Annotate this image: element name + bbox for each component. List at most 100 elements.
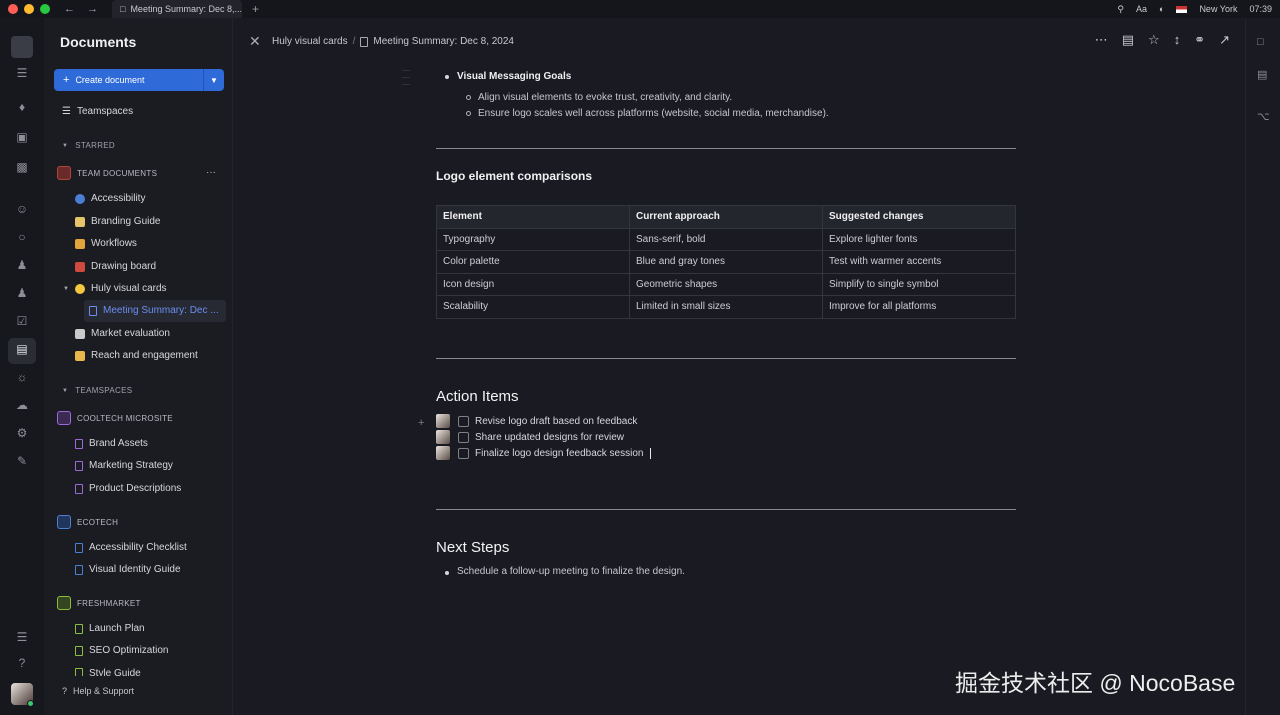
- table-cell[interactable]: Icon design: [436, 272, 630, 296]
- pin-icon[interactable]: ↕: [1174, 32, 1181, 48]
- calendar-icon[interactable]: ▣: [13, 128, 31, 146]
- table-cell[interactable]: Sans-serif, bold: [629, 227, 823, 251]
- table-cell[interactable]: Simplify to single symbol: [822, 272, 1016, 296]
- document-icon: [360, 36, 369, 47]
- chat-icon[interactable]: ○: [13, 228, 31, 246]
- table-cell[interactable]: Limited in small sizes: [629, 295, 823, 319]
- chevron-down-icon[interactable]: ▼: [204, 76, 224, 85]
- table-cell[interactable]: Color palette: [436, 250, 630, 274]
- tree-icon[interactable]: ⚙: [13, 424, 31, 442]
- back-arrow-icon[interactable]: ←: [64, 3, 75, 15]
- table-cell[interactable]: Geometric shapes: [629, 272, 823, 296]
- help-circle-icon: ?: [62, 686, 68, 696]
- sun-icon[interactable]: ☼: [13, 368, 31, 386]
- sidebar-item-brand-assets[interactable]: Brand Assets: [75, 438, 148, 449]
- cloud-icon[interactable]: ☁: [13, 396, 31, 414]
- table-cell[interactable]: Scalability: [436, 295, 630, 319]
- table-cell[interactable]: Blue and gray tones: [629, 250, 823, 274]
- team-icon[interactable]: ♟: [13, 284, 31, 302]
- document-icon: □: [120, 4, 126, 14]
- sidebar-item-drawing-board[interactable]: Drawing board: [75, 261, 156, 272]
- group-cooltech-microsite[interactable]: COOLTECH MICROSITE: [57, 411, 173, 425]
- help-support-link[interactable]: ? Help & Support: [62, 686, 134, 696]
- sidebar-item-market-evaluation[interactable]: Market evaluation: [75, 328, 170, 339]
- link-icon[interactable]: ⚭: [1194, 32, 1205, 48]
- table-row: Typography Sans-serif, bold Explore ligh…: [436, 227, 1016, 251]
- assignee-avatar[interactable]: [436, 430, 450, 444]
- task-label[interactable]: Revise logo draft based on feedback: [475, 416, 637, 427]
- more-options-icon[interactable]: ···: [206, 167, 216, 178]
- sidebar-item-reach-engagement[interactable]: Reach and engagement: [75, 350, 198, 361]
- edit-icon[interactable]: ✎: [13, 452, 31, 470]
- documents-icon[interactable]: ▤: [13, 340, 31, 358]
- zoom-window-button[interactable]: [40, 4, 50, 14]
- forward-arrow-icon[interactable]: →: [87, 3, 98, 15]
- document-icon: [89, 305, 97, 316]
- close-window-button[interactable]: [8, 4, 18, 14]
- starred-section-toggle[interactable]: ▼ STARRED: [62, 141, 115, 150]
- more-options-icon[interactable]: ⋯: [1095, 32, 1108, 48]
- sidebar-item-product-descriptions[interactable]: Product Descriptions: [75, 483, 181, 494]
- task-label[interactable]: Finalize logo design feedback session: [475, 448, 643, 459]
- table-cell[interactable]: Test with warmer accents: [822, 250, 1016, 274]
- task-label[interactable]: Share updated designs for review: [475, 432, 624, 443]
- theme-toggle-icon[interactable]: ◐: [1159, 4, 1164, 14]
- assignee-avatar[interactable]: [436, 414, 450, 428]
- group-freshmarket[interactable]: FRESHMARKET: [57, 596, 141, 610]
- sidebar-item-visual-identity-guide[interactable]: Visual Identity Guide: [75, 564, 181, 575]
- new-tab-icon[interactable]: +: [252, 2, 259, 16]
- sidebar-item-meeting-summary[interactable]: Meeting Summary: Dec ...: [89, 305, 219, 316]
- sidebar-item-teamspaces[interactable]: ☰ Teamspaces: [62, 106, 133, 117]
- group-team-documents[interactable]: TEAM DOCUMENTS: [57, 166, 157, 180]
- sidebar-item-accessibility[interactable]: Accessibility: [75, 193, 145, 204]
- workspace-logo-icon[interactable]: [11, 36, 33, 58]
- assignee-avatar[interactable]: [436, 446, 450, 460]
- font-size-button[interactable]: Aa: [1136, 4, 1147, 14]
- group-ecotech[interactable]: ECOTECH: [57, 515, 118, 529]
- tasks-icon[interactable]: ☑: [13, 312, 31, 330]
- person-icon[interactable]: ♟: [13, 256, 31, 274]
- create-document-button[interactable]: + Create document ▼: [54, 69, 224, 91]
- sparkle-icon: [74, 283, 85, 294]
- folder-icon: [57, 515, 71, 529]
- document-info-icon[interactable]: ▤: [1257, 68, 1267, 81]
- teamspaces-section-toggle[interactable]: ▼ TEAMSPACES: [62, 386, 132, 395]
- flag-icon[interactable]: [1176, 5, 1188, 13]
- table-cell[interactable]: Typography: [436, 227, 630, 251]
- search-icon[interactable]: ⚲: [1117, 4, 1124, 15]
- minimize-window-button[interactable]: [24, 4, 34, 14]
- sidebar-item-launch-plan[interactable]: Launch Plan: [75, 623, 145, 634]
- table-cell[interactable]: Improve for all platforms: [822, 295, 1016, 319]
- sidebar-item-huly-visual-cards[interactable]: ▼ Huly visual cards: [63, 283, 167, 294]
- folder-icon: [57, 166, 71, 180]
- sidebar-item-branding-guide[interactable]: Branding Guide: [75, 216, 161, 227]
- sidebar-item-accessibility-checklist[interactable]: Accessibility Checklist: [75, 542, 187, 553]
- bell-icon[interactable]: ♦: [13, 98, 31, 116]
- panel-toggle-icon[interactable]: □: [1257, 36, 1264, 48]
- attachment-icon[interactable]: ⌥: [1257, 110, 1270, 123]
- breadcrumb-parent[interactable]: Huly visual cards: [272, 36, 348, 47]
- contacts-icon[interactable]: ☺: [13, 200, 31, 218]
- sidebar-item-style-guide[interactable]: Style Guide: [75, 668, 141, 676]
- share-icon[interactable]: ↗: [1219, 32, 1230, 48]
- task-checkbox[interactable]: [458, 431, 469, 443]
- close-icon[interactable]: ✕: [249, 33, 261, 50]
- chart-icon[interactable]: ▩: [13, 158, 31, 176]
- sidebar-item-seo-optimization[interactable]: SEO Optimization: [75, 645, 168, 656]
- add-block-icon[interactable]: +: [418, 417, 424, 429]
- menu-icon[interactable]: ☰: [13, 64, 31, 82]
- task-checkbox[interactable]: [458, 415, 469, 427]
- settings-sliders-icon[interactable]: ☰: [13, 628, 31, 646]
- sidebar-item-marketing-strategy[interactable]: Marketing Strategy: [75, 460, 173, 471]
- browser-tab[interactable]: □ Meeting Summary: Dec 8,...: [112, 0, 242, 18]
- table-cell[interactable]: Explore lighter fonts: [822, 227, 1016, 251]
- clipboard-icon[interactable]: ▤: [1122, 32, 1134, 48]
- sidebar-item-workflows[interactable]: Workflows: [75, 238, 137, 249]
- list-item: Ensure logo scales well across platforms…: [478, 108, 829, 119]
- task-checkbox[interactable]: [458, 447, 469, 459]
- table-row: Icon design Geometric shapes Simplify to…: [436, 272, 1016, 296]
- star-icon[interactable]: ☆: [1148, 32, 1160, 48]
- notebook-icon: [75, 216, 85, 227]
- help-circle-icon[interactable]: ?: [13, 654, 31, 672]
- sub-bullet-marker: [466, 95, 471, 100]
